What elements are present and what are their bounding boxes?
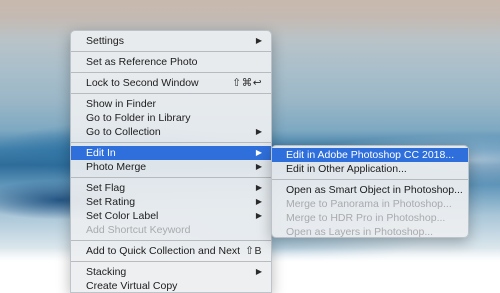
menu-item-label: Stacking <box>86 266 127 278</box>
submenu-arrow-icon: ▶ <box>255 197 262 206</box>
menu-item-label: Show in Finder <box>86 98 157 110</box>
menu-separator <box>71 261 271 262</box>
menu-separator <box>71 142 271 143</box>
submenu-arrow-icon: ▶ <box>255 127 262 136</box>
menu-item-label: Merge to HDR Pro in Photoshop... <box>286 212 446 224</box>
menu-item-set-rating[interactable]: Set Rating ▶ <box>71 195 271 209</box>
submenu-item-open-as-layers: Open as Layers in Photoshop... <box>272 225 468 239</box>
menu-item-label: Merge to Panorama in Photoshop... <box>286 198 452 210</box>
menu-item-label: Set Flag <box>86 182 126 194</box>
menu-item-go-to-collection[interactable]: Go to Collection ▶ <box>71 125 271 139</box>
context-menu: Settings ▶ Set as Reference Photo Lock t… <box>70 30 272 293</box>
menu-item-label: Add Shortcut Keyword <box>86 224 191 236</box>
submenu-item-edit-photoshop[interactable]: Edit in Adobe Photoshop CC 2018... <box>272 148 468 162</box>
menu-item-label: Go to Collection <box>86 126 161 138</box>
menu-item-add-shortcut-keyword: Add Shortcut Keyword <box>71 223 271 237</box>
menu-item-label: Lock to Second Window <box>86 77 199 89</box>
menu-separator <box>71 51 271 52</box>
submenu-arrow-icon: ▶ <box>255 267 262 276</box>
menu-item-label: Open as Smart Object in Photoshop... <box>286 184 463 196</box>
menu-item-set-reference-photo[interactable]: Set as Reference Photo <box>71 55 271 69</box>
menu-item-label: Set Color Label <box>86 210 159 222</box>
menu-separator <box>272 179 468 180</box>
submenu-item-smart-object[interactable]: Open as Smart Object in Photoshop... <box>272 183 468 197</box>
edit-in-submenu: Edit in Adobe Photoshop CC 2018... Edit … <box>271 145 469 238</box>
menu-item-label: Edit in Other Application... <box>286 163 407 175</box>
menu-item-lock-second-window[interactable]: Lock to Second Window ⇧⌘↩ <box>71 76 271 90</box>
menu-item-show-in-finder[interactable]: Show in Finder <box>71 97 271 111</box>
menu-item-label: Photo Merge <box>86 161 147 173</box>
keyboard-shortcut: ⇧⌘↩ <box>232 77 262 89</box>
submenu-item-edit-other-app[interactable]: Edit in Other Application... <box>272 162 468 176</box>
menu-item-label: Go to Folder in Library <box>86 112 191 124</box>
menu-item-label: Edit In <box>86 147 116 159</box>
menu-item-label: Create Virtual Copy <box>86 280 178 292</box>
menu-separator <box>71 72 271 73</box>
menu-item-label: Settings <box>86 35 124 47</box>
menu-item-set-flag[interactable]: Set Flag ▶ <box>71 181 271 195</box>
menu-item-label: Open as Layers in Photoshop... <box>286 226 434 238</box>
menu-item-add-quick-collection[interactable]: Add to Quick Collection and Next ⇧B <box>71 244 271 258</box>
submenu-item-merge-hdr: Merge to HDR Pro in Photoshop... <box>272 211 468 225</box>
submenu-arrow-icon: ▶ <box>255 148 262 157</box>
menu-separator <box>71 177 271 178</box>
menu-item-photo-merge[interactable]: Photo Merge ▶ <box>71 160 271 174</box>
menu-item-edit-in[interactable]: Edit In ▶ <box>71 146 271 160</box>
menu-item-label: Edit in Adobe Photoshop CC 2018... <box>286 149 455 161</box>
menu-separator <box>71 93 271 94</box>
menu-item-stacking[interactable]: Stacking ▶ <box>71 265 271 279</box>
menu-separator <box>71 240 271 241</box>
submenu-arrow-icon: ▶ <box>255 162 262 171</box>
submenu-arrow-icon: ▶ <box>255 183 262 192</box>
menu-item-set-color-label[interactable]: Set Color Label ▶ <box>71 209 271 223</box>
submenu-item-merge-panorama: Merge to Panorama in Photoshop... <box>272 197 468 211</box>
menu-item-label: Set Rating <box>86 196 136 208</box>
menu-item-label: Add to Quick Collection and Next <box>86 245 241 257</box>
menu-item-label: Set as Reference Photo <box>86 56 198 68</box>
keyboard-shortcut: ⇧B <box>245 245 262 257</box>
menu-item-go-to-folder[interactable]: Go to Folder in Library <box>71 111 271 125</box>
submenu-arrow-icon: ▶ <box>255 211 262 220</box>
submenu-arrow-icon: ▶ <box>255 36 262 45</box>
menu-item-settings[interactable]: Settings ▶ <box>71 34 271 48</box>
